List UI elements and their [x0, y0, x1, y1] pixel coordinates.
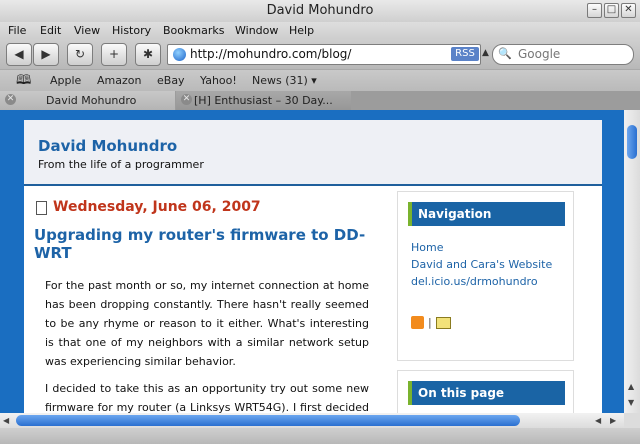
- menu-help[interactable]: Help: [289, 24, 314, 37]
- search-icon: 🔍: [498, 47, 512, 60]
- search-placeholder: Google: [518, 47, 561, 61]
- tab-bar: ✕ David Mohundro ✕ [H] Enthusiast – 30 D…: [0, 91, 640, 110]
- reload-button[interactable]: ↻: [67, 43, 93, 66]
- close-tab-icon[interactable]: ✕: [181, 94, 192, 105]
- bug-report-button[interactable]: ✱: [135, 43, 161, 66]
- menu-window[interactable]: Window: [235, 24, 278, 37]
- site-globe-icon: [173, 48, 186, 61]
- rss-arrow-icon[interactable]: ▲: [482, 48, 489, 58]
- link-delicious[interactable]: del.icio.us/drmohundro: [411, 273, 552, 290]
- horizontal-scrollbar[interactable]: ◀ ◀ ▶: [0, 413, 624, 428]
- separator: |: [428, 316, 432, 329]
- menu-file[interactable]: File: [8, 24, 26, 37]
- close-tab-icon[interactable]: ✕: [5, 94, 16, 105]
- post-title[interactable]: Upgrading my router's firmware to DD-WRT: [34, 226, 374, 262]
- feed-icons: |: [411, 316, 451, 329]
- tab-david-mohundro[interactable]: ✕ David Mohundro: [0, 91, 175, 110]
- title-bar: David Mohundro – □ ✕: [0, 0, 640, 22]
- post-body: For the past month or so, my internet co…: [45, 276, 369, 413]
- email-icon[interactable]: [435, 316, 451, 329]
- scroll-left-icon[interactable]: ◀: [595, 416, 601, 425]
- tab-label: [H] Enthusiast – 30 Day...: [194, 94, 333, 107]
- scroll-right-icon[interactable]: ▶: [610, 416, 616, 425]
- scroll-down-icon[interactable]: ▼: [628, 398, 634, 407]
- rss-button[interactable]: RSS: [451, 47, 479, 61]
- navigation-links: Home David and Cara's Website del.icio.u…: [411, 239, 552, 290]
- main-column: Wednesday, June 06, 2007 Upgrading my ro…: [24, 196, 382, 413]
- status-bar: [0, 428, 640, 444]
- bookmarks-bar: 🕮 Apple Amazon eBay Yahoo! News (31) ▾: [0, 69, 640, 92]
- bookmark-amazon[interactable]: Amazon: [97, 74, 141, 87]
- tab-label: David Mohundro: [46, 94, 137, 107]
- window-title: David Mohundro: [266, 3, 374, 18]
- sidebar-navigation: Navigation Home David and Cara's Website…: [397, 191, 574, 361]
- resize-corner[interactable]: [624, 413, 640, 428]
- forward-button[interactable]: ▶: [33, 43, 59, 66]
- on-this-page-heading: On this page: [408, 381, 565, 405]
- calendar-icon: [36, 201, 47, 215]
- address-bar[interactable]: http://mohundro.com/blog/: [167, 44, 481, 65]
- toolbar: ◀ ▶ ↻ + ✱ http://mohundro.com/blog/ RSS …: [0, 39, 640, 69]
- menu-bar: File Edit View History Bookmarks Window …: [0, 22, 640, 39]
- bookmark-apple[interactable]: Apple: [50, 74, 81, 87]
- post-paragraph: For the past month or so, my internet co…: [45, 279, 369, 368]
- scroll-left-icon[interactable]: ◀: [3, 416, 9, 425]
- minimize-button[interactable]: –: [587, 3, 602, 18]
- vertical-scrollbar[interactable]: ▲ ▼: [624, 110, 640, 413]
- horizontal-scroll-thumb[interactable]: [16, 415, 520, 426]
- rss-feed-icon[interactable]: [411, 316, 424, 329]
- web-content: David Mohundro From the life of a progra…: [0, 110, 624, 413]
- maximize-button[interactable]: □: [604, 3, 619, 18]
- book-icon[interactable]: 🕮: [16, 71, 31, 93]
- tab-enthusiast[interactable]: ✕ [H] Enthusiast – 30 Day...: [176, 91, 351, 110]
- bookmark-news[interactable]: News (31) ▾: [252, 74, 317, 87]
- menu-history[interactable]: History: [112, 24, 151, 37]
- close-button[interactable]: ✕: [621, 3, 636, 18]
- site-subtitle: From the life of a programmer: [38, 158, 204, 171]
- menu-view[interactable]: View: [74, 24, 100, 37]
- scroll-up-icon[interactable]: ▲: [628, 382, 634, 391]
- search-input[interactable]: 🔍 Google: [492, 44, 634, 65]
- post-paragraph: I decided to take this as an opportunity…: [45, 382, 369, 413]
- bookmark-yahoo[interactable]: Yahoo!: [200, 74, 237, 87]
- link-david-and-cara[interactable]: David and Cara's Website: [411, 256, 552, 273]
- vertical-scroll-thumb[interactable]: [627, 125, 637, 159]
- back-button[interactable]: ◀: [6, 43, 32, 66]
- navigation-heading: Navigation: [408, 202, 565, 226]
- bookmark-ebay[interactable]: eBay: [157, 74, 185, 87]
- sidebar-on-this-page: On this page: [397, 370, 574, 413]
- site-title[interactable]: David Mohundro: [38, 137, 177, 155]
- add-bookmark-button[interactable]: +: [101, 43, 127, 66]
- menu-edit[interactable]: Edit: [40, 24, 61, 37]
- menu-bookmarks[interactable]: Bookmarks: [163, 24, 224, 37]
- url-text: http://mohundro.com/blog/: [190, 47, 352, 61]
- post-date: Wednesday, June 06, 2007: [53, 199, 261, 215]
- site-header: David Mohundro From the life of a progra…: [24, 120, 602, 186]
- blog-page: David Mohundro From the life of a progra…: [24, 120, 602, 413]
- link-home[interactable]: Home: [411, 239, 552, 256]
